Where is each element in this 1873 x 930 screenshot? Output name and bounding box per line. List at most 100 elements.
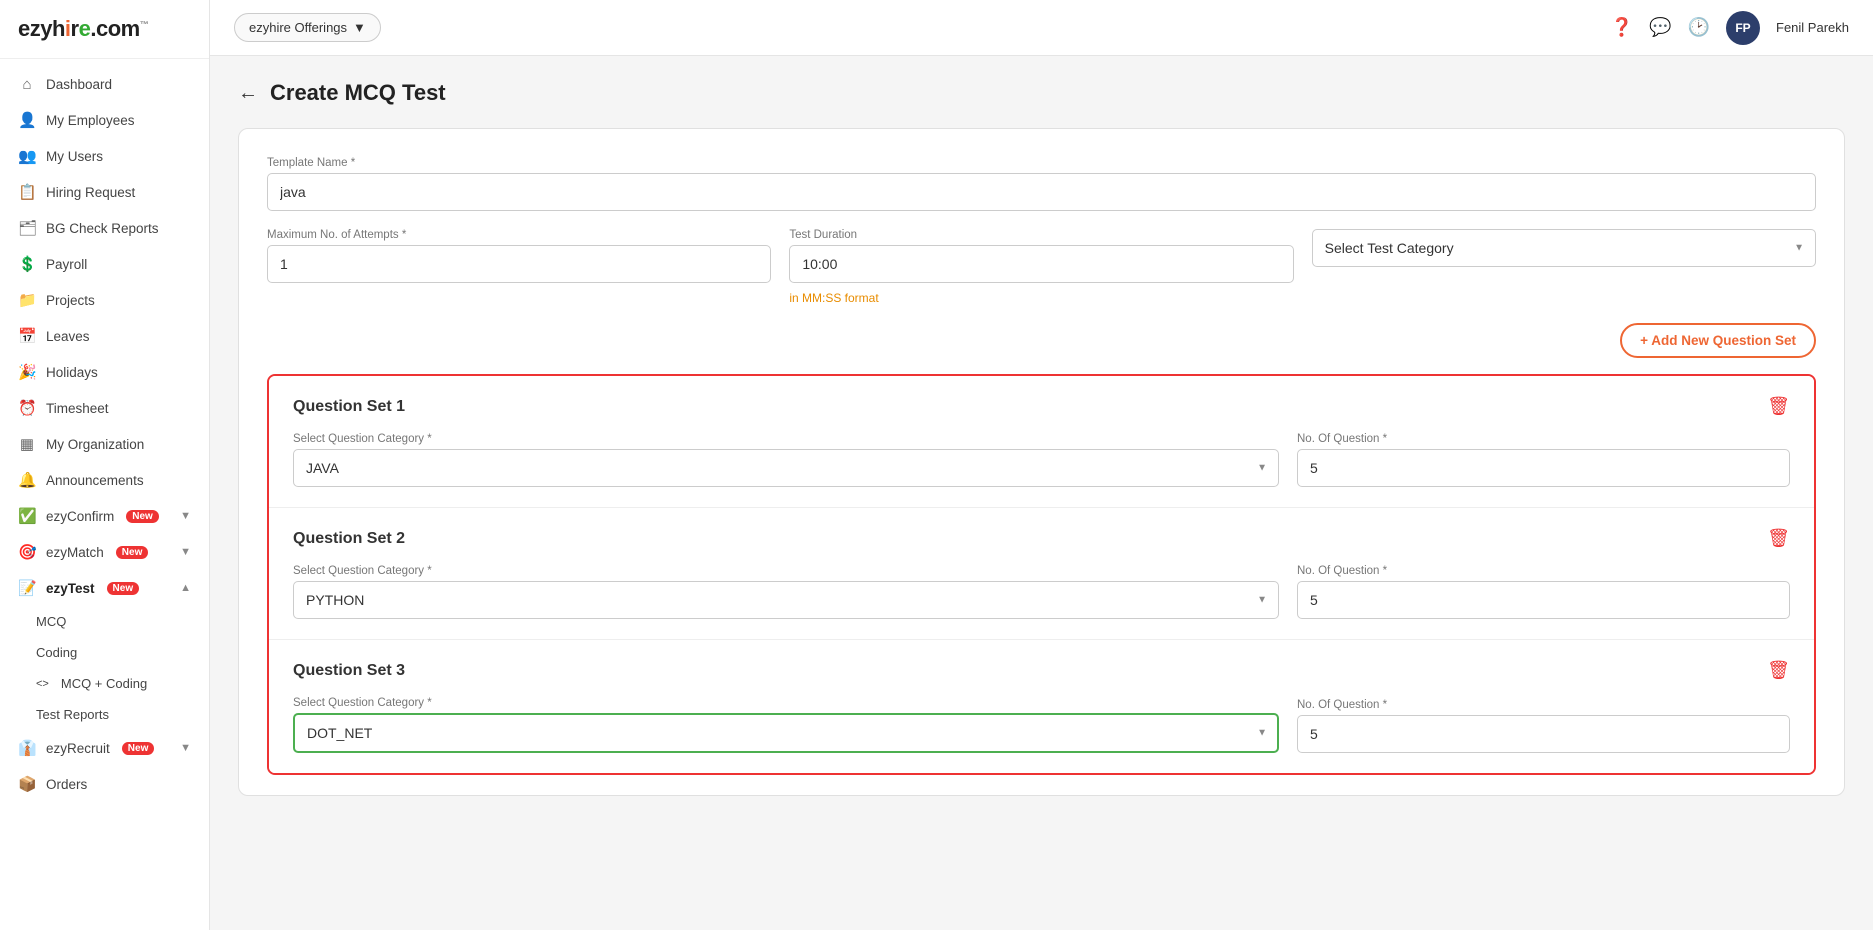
chevron-up-icon: ▲ (180, 582, 191, 594)
add-qset-section: + Add New Question Set (267, 323, 1816, 374)
sidebar-item-test-reports[interactable]: Test Reports (0, 699, 209, 730)
sidebar-item-label: Timesheet (46, 401, 109, 416)
sidebar: ezyhire.com™ ⌂ Dashboard 👤 My Employees … (0, 0, 210, 930)
sidebar-item-label: My Organization (46, 437, 144, 452)
max-attempts-input[interactable] (267, 245, 771, 283)
back-button[interactable]: ← (238, 82, 258, 105)
qs3-category-group: Select Question Category * JAVA PYTHON D… (293, 697, 1279, 753)
ezyconfirm-icon: ✅ (18, 507, 36, 525)
ezyrecruit-badge: New (122, 742, 155, 755)
chevron-down-icon: ▼ (353, 20, 366, 35)
sidebar-item-label: Announcements (46, 473, 144, 488)
test-duration-input[interactable] (789, 245, 1293, 283)
qs2-delete-button[interactable]: 🗑 (1767, 528, 1790, 549)
avatar[interactable]: FP (1726, 11, 1760, 45)
sidebar-item-ezytest[interactable]: 📝 ezyTest New ▲ (0, 570, 209, 606)
qs2-fields: Select Question Category * JAVA PYTHON D… (293, 565, 1790, 619)
announcements-icon: 🔔 (18, 471, 36, 489)
ezyconfirm-badge: New (126, 510, 159, 523)
sidebar-item-mcq-coding[interactable]: <> MCQ + Coding (0, 668, 209, 699)
leaves-icon: 📅 (18, 327, 36, 345)
sidebar-item-label: My Users (46, 149, 103, 164)
sidebar-item-dashboard[interactable]: ⌂ Dashboard (0, 67, 209, 102)
help-icon[interactable]: ❓ (1611, 17, 1633, 38)
sidebar-item-payroll[interactable]: 💲 Payroll (0, 246, 209, 282)
offerings-label: ezyhire Offerings (249, 20, 347, 35)
history-icon[interactable]: 🕑 (1688, 17, 1710, 38)
sidebar-item-bg-check[interactable]: 🗂 BG Check Reports (0, 210, 209, 246)
qs1-header: Question Set 1 🗑 (293, 396, 1790, 417)
qs1-delete-button[interactable]: 🗑 (1767, 396, 1790, 417)
ezyrecruit-icon: 👔 (18, 739, 36, 757)
qs1-count-input[interactable] (1297, 449, 1790, 487)
ezytest-icon: 📝 (18, 579, 36, 597)
qs2-category-label: Select Question Category * (293, 565, 1279, 577)
offerings-button[interactable]: ezyhire Offerings ▼ (234, 13, 381, 42)
sidebar-item-coding[interactable]: Coding (0, 637, 209, 668)
qs2-title: Question Set 2 (293, 530, 405, 548)
bgcheck-icon: 🗂 (18, 219, 36, 237)
sidebar-item-announcements[interactable]: 🔔 Announcements (0, 462, 209, 498)
test-duration-label: Test Duration (789, 229, 1293, 241)
qs1-count-group: No. Of Question * (1297, 433, 1790, 487)
template-name-row: Template Name * java (267, 157, 1816, 211)
qs3-count-group: No. Of Question * (1297, 699, 1790, 753)
sidebar-item-hiring-request[interactable]: 📋 Hiring Request (0, 174, 209, 210)
sidebar-item-leaves[interactable]: 📅 Leaves (0, 318, 209, 354)
sidebar-item-timesheet[interactable]: ⏰ Timesheet (0, 390, 209, 426)
sidebar-item-label: ezyTest (46, 581, 95, 596)
template-name-input[interactable]: java (267, 173, 1816, 211)
sidebar-item-label: Holidays (46, 365, 98, 380)
sidebar-item-mcq[interactable]: MCQ (0, 606, 209, 637)
projects-icon: 📁 (18, 291, 36, 309)
sidebar-item-label: Hiring Request (46, 185, 135, 200)
sidebar-item-label: ezyConfirm (46, 509, 114, 524)
organization-icon: ▦ (18, 435, 36, 453)
sidebar-item-my-users[interactable]: 👥 My Users (0, 138, 209, 174)
qs1-category-select[interactable]: JAVA PYTHON DOT_NET (293, 449, 1279, 487)
qs3-count-label: No. Of Question * (1297, 699, 1790, 711)
employees-icon: 👤 (18, 111, 36, 129)
qs2-count-input[interactable] (1297, 581, 1790, 619)
page-title: Create MCQ Test (270, 80, 446, 106)
hiring-icon: 📋 (18, 183, 36, 201)
user-name[interactable]: Fenil Parekh (1776, 20, 1849, 35)
qs3-delete-button[interactable]: 🗑 (1767, 660, 1790, 681)
qs2-category-wrapper: JAVA PYTHON DOT_NET (293, 581, 1279, 619)
sidebar-item-holidays[interactable]: 🎉 Holidays (0, 354, 209, 390)
topbar-left: ezyhire Offerings ▼ (234, 13, 381, 42)
sidebar-item-ezyrecruit[interactable]: 👔 ezyRecruit New ▼ (0, 730, 209, 766)
sidebar-item-my-employees[interactable]: 👤 My Employees (0, 102, 209, 138)
sidebar-item-projects[interactable]: 📁 Projects (0, 282, 209, 318)
question-set-3: Question Set 3 🗑 Select Question Categor… (269, 640, 1814, 773)
sidebar-item-ezymatch[interactable]: 🎯 ezyMatch New ▼ (0, 534, 209, 570)
qs1-fields: Select Question Category * JAVA PYTHON D… (293, 433, 1790, 487)
qs1-category-label: Select Question Category * (293, 433, 1279, 445)
sidebar-item-label: MCQ (36, 614, 66, 629)
test-category-wrapper: Select Test Category (1312, 229, 1816, 267)
add-new-question-set-button[interactable]: + Add New Question Set (1620, 323, 1816, 358)
attempts-duration-row: Maximum No. of Attempts * Test Duration … (267, 229, 1816, 305)
qs1-count-label: No. Of Question * (1297, 433, 1790, 445)
sidebar-item-label: Leaves (46, 329, 90, 344)
ezytest-badge: New (107, 582, 140, 595)
sidebar-item-label: Coding (36, 645, 77, 660)
qs2-category-select[interactable]: JAVA PYTHON DOT_NET (293, 581, 1279, 619)
question-set-2: Question Set 2 🗑 Select Question Categor… (269, 508, 1814, 640)
messages-icon[interactable]: 💬 (1649, 17, 1671, 38)
chevron-icon: ▼ (180, 510, 191, 522)
qs3-count-input[interactable] (1297, 715, 1790, 753)
chevron-icon: ▼ (180, 742, 191, 754)
qs3-fields: Select Question Category * JAVA PYTHON D… (293, 697, 1790, 753)
ezymatch-badge: New (116, 546, 149, 559)
sidebar-item-label: MCQ + Coding (61, 676, 147, 691)
qs1-category-wrapper: JAVA PYTHON DOT_NET (293, 449, 1279, 487)
sidebar-item-orders[interactable]: 📦 Orders (0, 766, 209, 802)
sidebar-item-ezyconfirm[interactable]: ✅ ezyConfirm New ▼ (0, 498, 209, 534)
qs3-category-select[interactable]: JAVA PYTHON DOT_NET (293, 713, 1279, 753)
template-name-label: Template Name * (267, 157, 1816, 169)
sidebar-item-my-organization[interactable]: ▦ My Organization (0, 426, 209, 462)
qs3-title: Question Set 3 (293, 662, 405, 680)
mcq-coding-icon: <> (36, 678, 49, 690)
test-category-select[interactable]: Select Test Category (1312, 229, 1816, 267)
